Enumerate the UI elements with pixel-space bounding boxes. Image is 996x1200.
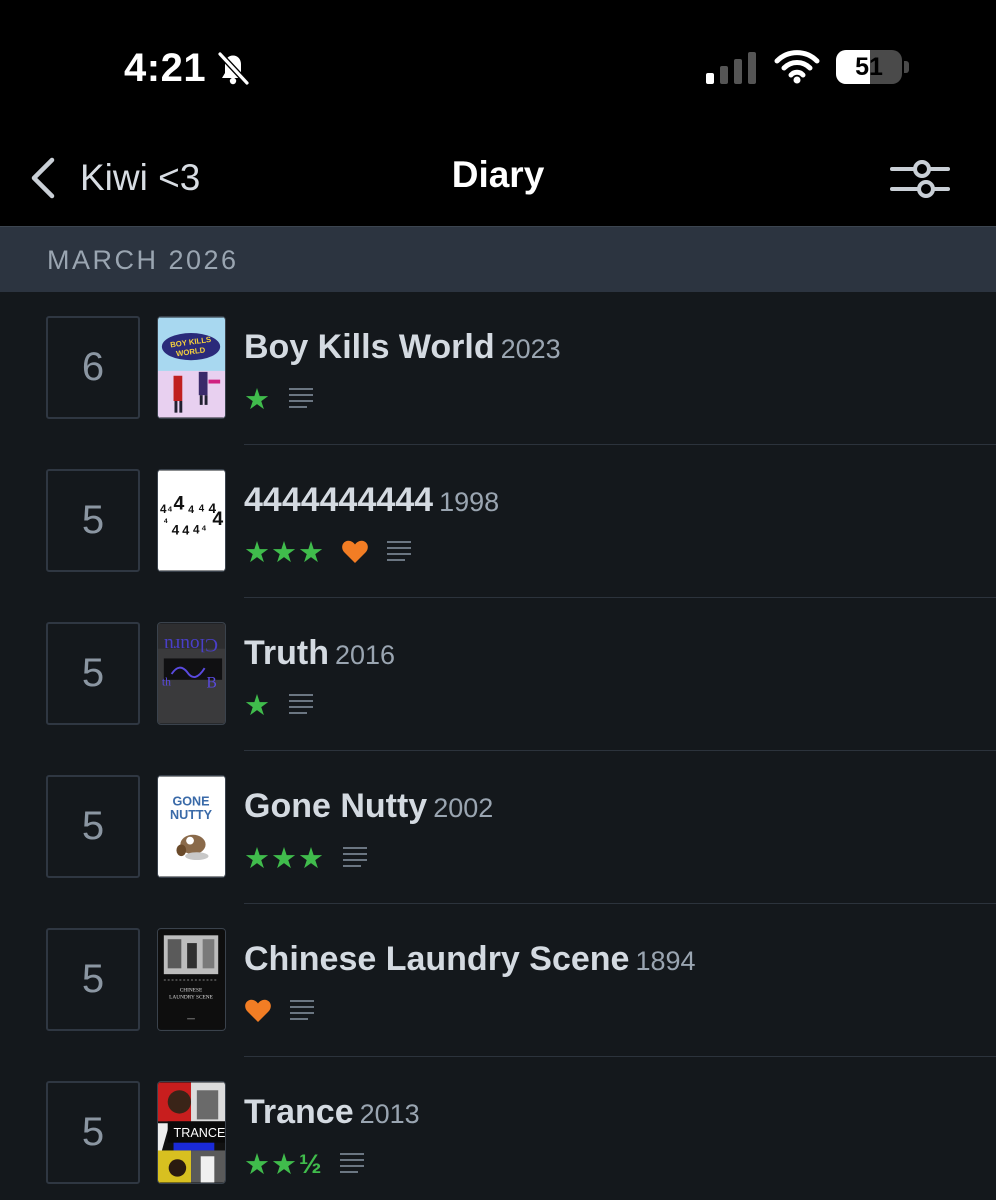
film-title[interactable]: Trance <box>244 1093 354 1131</box>
cellular-signal-icon <box>706 52 756 84</box>
svg-text:4: 4 <box>199 503 205 514</box>
review-text-icon <box>290 1000 314 1020</box>
poster-text: TRANCE <box>174 1126 225 1140</box>
entry-meta: ★ <box>244 689 315 722</box>
title-line: Trance 2013 <box>244 1093 420 1132</box>
svg-text:4: 4 <box>172 523 180 538</box>
film-title[interactable]: Boy Kills World <box>244 328 495 366</box>
poster-text: CHINESE <box>180 988 203 994</box>
svg-text:Clouru: Clouru <box>164 634 218 655</box>
film-poster[interactable]: TRANCE <box>157 1081 226 1184</box>
star-rating: ★★ <box>244 1148 298 1181</box>
film-poster[interactable]: GONE NUTTY <box>157 775 226 878</box>
film-poster[interactable]: BOY KILLS WORLD <box>157 316 226 419</box>
star-rating: ★★★ <box>244 536 325 569</box>
film-year: 2013 <box>359 1099 420 1129</box>
status-time: 4:21 <box>124 46 207 90</box>
svg-text:4: 4 <box>212 508 223 530</box>
film-poster[interactable]: Clouru B th <box>157 622 226 725</box>
diary-entry[interactable]: 5 CHINESE LAUNDRY SCENE Chinese Laundry … <box>0 904 996 1057</box>
film-poster[interactable]: CHINESE LAUNDRY SCENE <box>157 928 226 1031</box>
svg-text:4: 4 <box>168 504 173 513</box>
svg-text:4: 4 <box>188 504 194 516</box>
star-rating: ★★★ <box>244 842 325 875</box>
status-bar: 4:21 51 <box>0 0 996 130</box>
svg-text:4: 4 <box>164 518 168 525</box>
star-rating: ★ <box>244 383 271 416</box>
day-number: 5 <box>46 622 140 725</box>
diary-entry[interactable]: 5 Clouru B th Truth 2016 ★ <box>0 598 996 751</box>
svg-text:th: th <box>162 676 171 689</box>
poster-text: GONE <box>172 795 209 809</box>
review-text-icon <box>339 1153 364 1173</box>
film-title[interactable]: 4444444444 <box>244 481 433 519</box>
svg-text:4: 4 <box>182 524 189 538</box>
film-title[interactable]: Gone Nutty <box>244 787 427 825</box>
heart-icon <box>342 540 368 563</box>
diary-entry[interactable]: 5 TRANCE Trance 2013 ★★ ½ <box>0 1057 996 1200</box>
poster-boy-kills-world: BOY KILLS WORLD <box>158 317 225 418</box>
day-number: 5 <box>46 775 140 878</box>
review-text-icon <box>289 694 313 714</box>
poster-trance: TRANCE <box>158 1082 225 1183</box>
day-number: 5 <box>46 928 140 1031</box>
day-number: 5 <box>46 469 140 572</box>
entry-meta: ★★ ½ <box>244 1148 366 1181</box>
star-rating: ★ <box>244 689 271 722</box>
film-poster[interactable]: 4 4 4 4 4 4 4 4 4 4 4 4 <box>157 469 226 572</box>
sliders-icon[interactable] <box>886 152 954 204</box>
entry-meta <box>244 996 316 1026</box>
film-year: 2016 <box>334 640 396 670</box>
entry-meta: ★★★ <box>244 536 413 569</box>
svg-text:4: 4 <box>174 492 185 514</box>
entry-meta: ★ <box>244 383 315 416</box>
title-line: Boy Kills World 2023 <box>244 328 561 367</box>
diary-entry[interactable]: 5 4 4 4 4 4 4 4 4 4 4 4 4 4444444444 1998… <box>0 445 996 598</box>
wifi-icon <box>774 50 820 84</box>
poster-text: LAUNDRY SCENE <box>169 994 213 1000</box>
entry-meta: ★★★ <box>244 842 369 875</box>
title-line: 4444444444 1998 <box>244 481 499 520</box>
page-title: Diary <box>451 154 545 195</box>
svg-text:B: B <box>207 675 217 692</box>
diary-entry[interactable]: 5 GONE NUTTY Gone Nutty 2002 ★★★ <box>0 751 996 904</box>
nav-bar: Kiwi <3 Diary <box>0 130 996 226</box>
svg-text:4: 4 <box>160 503 167 516</box>
diary-entry-list: 6 BOY KILLS WORLD Boy Kills World2023 ★ <box>0 292 996 1200</box>
poster-chinese-laundry-scene: CHINESE LAUNDRY SCENE <box>158 929 225 1030</box>
poster-4444444444: 4 4 4 4 4 4 4 4 4 4 4 4 <box>158 470 225 571</box>
svg-text:4: 4 <box>202 524 207 533</box>
title-line: Chinese Laundry Scene 1894 <box>244 940 696 979</box>
battery-icon: 51 <box>836 50 910 86</box>
film-year: 2002 <box>433 793 494 823</box>
half-star: ½ <box>299 1148 322 1179</box>
month-section-header: MARCH 2026 <box>0 226 996 292</box>
film-title[interactable]: Chinese Laundry Scene <box>244 940 629 978</box>
film-title[interactable]: Truth <box>244 634 329 672</box>
poster-gone-nutty: GONE NUTTY <box>158 776 225 877</box>
review-text-icon <box>387 541 411 561</box>
film-year: 1998 <box>439 487 500 517</box>
film-year: 2023 <box>500 334 561 364</box>
day-number: 5 <box>46 1081 140 1184</box>
month-label: MARCH 2026 <box>47 245 239 275</box>
review-text-icon <box>343 847 367 867</box>
heart-icon <box>245 999 271 1022</box>
title-line: Truth 2016 <box>244 634 395 673</box>
diary-entry[interactable]: 6 BOY KILLS WORLD Boy Kills World 2023 ★ <box>0 292 996 445</box>
title-line: Gone Nutty 2002 <box>244 787 493 826</box>
bell-slash-icon <box>217 51 250 86</box>
svg-text:4: 4 <box>193 524 200 537</box>
film-year: 1894 <box>635 946 696 976</box>
poster-truth: Clouru B th <box>158 623 225 724</box>
review-text-icon <box>289 388 313 408</box>
poster-text: NUTTY <box>170 808 213 822</box>
day-number: 6 <box>46 316 140 419</box>
battery-level: 51 <box>855 53 883 81</box>
